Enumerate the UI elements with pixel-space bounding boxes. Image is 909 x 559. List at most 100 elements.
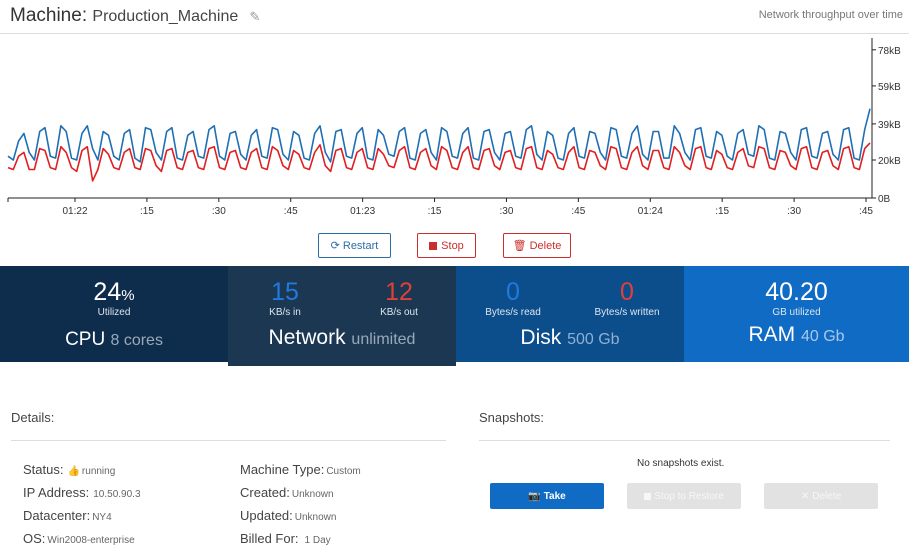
created-row: Created: Unknown — [240, 485, 334, 500]
y-tick-label: 59kB — [878, 82, 901, 93]
snapshots-divider — [479, 440, 890, 441]
ram-title: RAM 40 Gb — [684, 323, 909, 347]
stop-to-restore-button[interactable]: Stop to Restore — [627, 483, 741, 509]
ip-label: IP Address: — [23, 485, 90, 500]
x-tick-label: :15 — [140, 206, 154, 217]
delete-snapshot-button[interactable]: ✕ Delete — [764, 483, 878, 509]
y-tick-label: 20kB — [878, 156, 901, 167]
datacenter-row: Datacenter: NY4 — [23, 508, 112, 523]
no-snapshots-text: No snapshots exist. — [637, 458, 725, 469]
disk-read-caption: Bytes/s read — [485, 307, 541, 318]
disk-read-value: 0 — [506, 278, 520, 306]
delete-label: Delete — [529, 239, 562, 252]
cpu-panel: 24% Utilized CPU 8 cores — [0, 266, 228, 362]
disk-title-text: Disk — [520, 326, 562, 349]
network-title-text: Network — [268, 326, 346, 349]
updated-value: Unknown — [294, 512, 337, 523]
stats-strip: 24% Utilized CPU 8 cores 15 KB/s in 12 K… — [0, 266, 909, 366]
network-panel: 15 KB/s in 12 KB/s out Network unlimited — [228, 266, 456, 366]
created-label: Created: — [240, 485, 290, 500]
ram-panel: 40.20 GB utilized RAM 40 Gb — [684, 266, 909, 362]
close-icon: ✕ — [800, 490, 810, 502]
machine-name: Production_Machine — [92, 8, 239, 25]
x-tick-label: :45 — [571, 206, 585, 217]
stop-label: Stop — [441, 239, 464, 252]
pencil-icon[interactable]: ✎ — [250, 9, 261, 24]
ip-value: 10.50.90.3 — [93, 489, 141, 500]
x-tick-label: 01:22 — [62, 206, 87, 217]
network-in-caption: KB/s in — [269, 307, 301, 318]
cpu-unit: % — [121, 287, 135, 304]
refresh-icon: ⟳ — [330, 240, 340, 252]
x-tick-label: :30 — [787, 206, 801, 217]
disk-write-value: 0 — [620, 278, 634, 306]
datacenter-value: NY4 — [92, 512, 112, 523]
status-label: Status: — [23, 462, 64, 477]
x-tick-label: :15 — [428, 206, 442, 217]
status-value: running — [81, 466, 116, 477]
x-tick-label: 01:24 — [638, 206, 663, 217]
cpu-cores: 8 cores — [110, 332, 163, 349]
network-in-value: 15 — [271, 278, 299, 306]
delete-button[interactable]: 🗑 Delete — [503, 233, 571, 258]
updated-row: Updated: Unknown — [240, 508, 336, 523]
chart-svg: 78kB 59kB 39kB 20kB 0B 01:22 :15 :30 :45 01:23 :15… — [7, 38, 901, 217]
x-tick-label: 01:23 — [350, 206, 375, 217]
machine-type-row: Machine Type: Custom — [240, 462, 361, 477]
ram-size: 40 Gb — [800, 328, 845, 345]
cpu-title: CPU 8 cores — [0, 329, 228, 351]
restore-label: Stop to Restore — [654, 490, 724, 502]
ram-title-text: RAM — [748, 323, 796, 346]
machine-actions: ⟳ Restart Stop 🗑 Delete — [0, 233, 909, 258]
chart-caption: Network throughput over time — [758, 9, 903, 21]
header-bar: Machine: Production_Machine ✎ Network th… — [0, 0, 909, 34]
details-title: Details: — [11, 410, 55, 425]
disk-title: Disk 500 Gb — [456, 326, 684, 350]
billed-label: Billed For: — [240, 531, 299, 546]
updated-label: Updated: — [240, 508, 293, 523]
stop-icon — [644, 492, 652, 500]
cpu-value: 24% — [0, 278, 228, 307]
restart-label: Restart — [342, 239, 379, 252]
y-tick-label: 78kB — [878, 46, 901, 57]
ip-row: IP Address: 10.50.90.3 — [23, 485, 141, 500]
cpu-caption: Utilized — [97, 307, 131, 318]
os-row: OS: Win2008-enterprise — [23, 531, 135, 546]
restart-button[interactable]: ⟳ Restart — [318, 233, 391, 258]
trash-icon: 🗑 — [512, 240, 527, 252]
machine-type-value: Custom — [326, 466, 361, 477]
network-limit: unlimited — [351, 331, 416, 348]
snapshots-title: Snapshots: — [479, 410, 545, 425]
stop-icon — [429, 241, 438, 250]
network-throughput-chart: 78kB 59kB 39kB 20kB 0B 01:22 :15 :30 :45 01:23 :15… — [0, 34, 909, 224]
machine-label: Machine: — [10, 5, 88, 26]
os-label: OS: — [23, 531, 46, 546]
snapshot-delete-label: Delete — [812, 490, 842, 502]
x-tick-label: :45 — [284, 206, 298, 217]
network-out-caption: KB/s out — [380, 307, 418, 318]
billed-row: Billed For: 1 Day — [240, 531, 331, 546]
created-value: Unknown — [291, 489, 334, 500]
network-out-value: 12 — [385, 278, 413, 306]
stop-button[interactable]: Stop — [417, 233, 476, 258]
os-value: Win2008-enterprise — [47, 535, 135, 546]
machine-type-label: Machine Type: — [240, 462, 325, 477]
details-divider — [11, 440, 446, 441]
y-tick-label: 39kB — [878, 120, 901, 131]
datacenter-label: Datacenter: — [23, 508, 91, 523]
camera-icon: 📷 — [528, 490, 541, 502]
billed-value: 1 Day — [304, 535, 331, 546]
take-snapshot-button[interactable]: 📷 Take — [490, 483, 604, 509]
take-label: Take — [543, 490, 566, 502]
x-tick-label: :30 — [500, 206, 514, 217]
x-tick-label: :30 — [212, 206, 226, 217]
disk-panel: 0 Bytes/s read 0 Bytes/s written Disk 50… — [456, 266, 684, 362]
ram-value: 40.20 — [765, 278, 828, 306]
cpu-title-text: CPU — [65, 329, 106, 350]
series-line-in — [7, 108, 871, 163]
disk-write-caption: Bytes/s written — [594, 307, 660, 318]
network-title: Network unlimited — [228, 326, 456, 350]
disk-size: 500 Gb — [567, 331, 620, 348]
status-row: Status: 👍 running — [23, 462, 115, 477]
y-tick-label: 0B — [878, 194, 891, 205]
